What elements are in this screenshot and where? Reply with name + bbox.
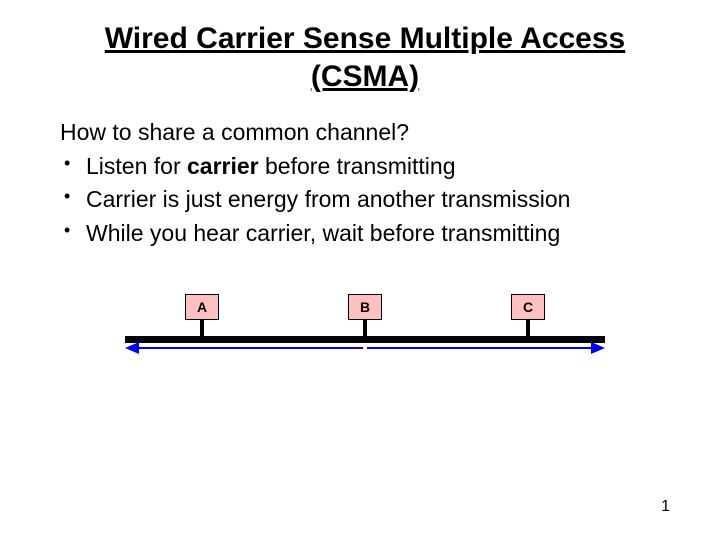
node-a: A bbox=[185, 294, 219, 320]
bullet-item: Carrier is just energy from another tran… bbox=[60, 183, 670, 216]
bullet-text-strong: carrier bbox=[187, 153, 259, 179]
csma-diagram: A B C bbox=[125, 294, 605, 374]
node-b: B bbox=[348, 294, 382, 320]
carrier-arrow-left-line bbox=[139, 347, 363, 349]
title-line-1: Wired Carrier Sense Multiple Access bbox=[105, 22, 626, 55]
page-number: 1 bbox=[661, 498, 670, 516]
slide: Wired Carrier Sense Multiple Access (CSM… bbox=[0, 0, 720, 540]
bullet-text-post: before transmitting bbox=[259, 153, 456, 179]
lead-question: How to share a common channel? bbox=[60, 119, 670, 146]
node-a-stub bbox=[200, 320, 204, 336]
carrier-arrow-right-line bbox=[367, 347, 593, 349]
node-c-stub bbox=[526, 320, 530, 336]
bullet-item: Listen for carrier before transmitting bbox=[60, 150, 670, 183]
bullet-text-pre: While you hear carrier, wait before tran… bbox=[86, 220, 560, 246]
carrier-arrow-right-head bbox=[591, 342, 605, 354]
shared-medium-bar bbox=[125, 336, 605, 343]
slide-title: Wired Carrier Sense Multiple Access (CSM… bbox=[60, 20, 670, 95]
carrier-arrow-left-head bbox=[125, 342, 139, 354]
bullet-list: Listen for carrier before transmitting C… bbox=[60, 150, 670, 250]
bullet-text-pre: Carrier is just energy from another tran… bbox=[86, 186, 570, 212]
node-b-stub bbox=[363, 320, 367, 336]
title-line-2: (CSMA) bbox=[311, 60, 419, 93]
node-c: C bbox=[511, 294, 545, 320]
bullet-item: While you hear carrier, wait before tran… bbox=[60, 217, 670, 250]
bullet-text-pre: Listen for bbox=[86, 153, 187, 179]
